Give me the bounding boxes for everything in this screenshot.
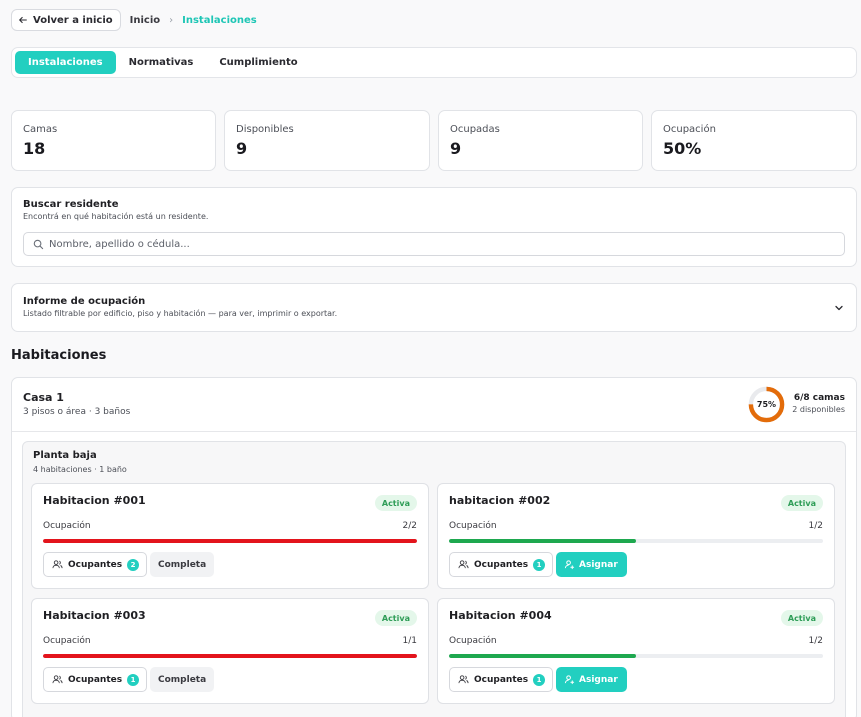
stat-value: 9 bbox=[450, 139, 462, 158]
tab-instalaciones[interactable]: Instalaciones bbox=[15, 51, 116, 74]
occupancy-bar bbox=[43, 654, 417, 658]
status-badge: Activa bbox=[374, 610, 417, 626]
house-header[interactable]: Casa 1 3 pisos o área · 3 baños 75% 6/8 … bbox=[12, 378, 856, 432]
search-placeholder: Nombre, apellido o cédula... bbox=[49, 238, 190, 250]
room-name: Habitacion #004 bbox=[449, 609, 552, 622]
house-details: 3 pisos o área · 3 baños bbox=[23, 407, 131, 417]
users-icon bbox=[52, 675, 63, 684]
occupants-button[interactable]: Ocupantes 2 bbox=[43, 552, 148, 577]
occupancy-label: Ocupación bbox=[43, 521, 91, 531]
assign-label: Asignar bbox=[579, 674, 618, 685]
search-icon bbox=[33, 239, 44, 249]
occupants-label: Ocupantes bbox=[474, 559, 529, 570]
room-name: Habitacion #001 bbox=[43, 494, 146, 507]
stat-card-camas: Camas 18 bbox=[11, 110, 216, 171]
occupants-button[interactable]: Ocupantes 1 bbox=[43, 667, 148, 692]
occupancy-label: Ocupación bbox=[43, 636, 91, 646]
occupancy-bar-fill bbox=[43, 654, 417, 658]
assign-button[interactable]: Asignar bbox=[556, 667, 627, 692]
status-badge: Activa bbox=[780, 610, 823, 626]
tab-bar: Instalaciones Normativas Cumplimiento bbox=[11, 47, 857, 78]
stat-value: 18 bbox=[23, 139, 46, 158]
occupants-label: Ocupantes bbox=[68, 559, 123, 570]
rooms-section-title: Habitaciones bbox=[11, 348, 107, 363]
stat-card-ocupacion: Ocupación 50% bbox=[651, 110, 857, 171]
occupants-label: Ocupantes bbox=[474, 674, 529, 685]
user-plus-icon bbox=[564, 560, 575, 570]
house-card: Casa 1 3 pisos o área · 3 baños 75% 6/8 … bbox=[11, 377, 857, 717]
floor-name: Planta baja bbox=[33, 450, 97, 461]
occupancy-bar bbox=[449, 654, 823, 658]
occupancy-report-accordion[interactable]: Informe de ocupación Listado filtrable p… bbox=[11, 283, 857, 332]
breadcrumb: Volver a inicio Inicio › Instalaciones bbox=[11, 9, 257, 31]
search-input[interactable]: Nombre, apellido o cédula... bbox=[23, 232, 845, 256]
occupancy-bar-fill bbox=[449, 539, 636, 543]
back-to-home-button[interactable]: Volver a inicio bbox=[11, 9, 121, 31]
occupants-label: Ocupantes bbox=[68, 674, 123, 685]
stat-value: 50% bbox=[663, 139, 702, 158]
stat-card-ocupadas: Ocupadas 9 bbox=[438, 110, 643, 171]
users-icon bbox=[458, 675, 469, 684]
stat-label: Camas bbox=[23, 124, 58, 135]
occupancy-value: 1/2 bbox=[808, 521, 823, 531]
report-title: Informe de ocupación bbox=[23, 296, 146, 307]
stat-card-disponibles: Disponibles 9 bbox=[224, 110, 430, 171]
occupancy-value: 1/1 bbox=[402, 636, 417, 646]
search-title: Buscar residente bbox=[23, 199, 119, 210]
tab-normativas[interactable]: Normativas bbox=[116, 51, 207, 74]
stat-label: Ocupadas bbox=[450, 124, 500, 135]
breadcrumb-current: Instalaciones bbox=[182, 14, 257, 26]
user-plus-icon bbox=[564, 675, 575, 685]
floor-card: Planta baja 4 habitaciones · 1 baño Habi… bbox=[22, 441, 846, 717]
room-card: Habitacion #003 Activa Ocupación 1/1 Ocu… bbox=[31, 598, 429, 704]
occupancy-label: Ocupación bbox=[449, 521, 497, 531]
occupants-button[interactable]: Ocupantes 1 bbox=[449, 667, 554, 692]
room-name: Habitacion #003 bbox=[43, 609, 146, 622]
room-card: habitacion #002 Activa Ocupación 1/2 Ocu… bbox=[437, 483, 835, 589]
occupancy-label: Ocupación bbox=[449, 636, 497, 646]
occupancy-bar-fill bbox=[449, 654, 636, 658]
assign-label: Asignar bbox=[579, 559, 618, 570]
chevron-down-icon[interactable] bbox=[834, 303, 844, 313]
search-resident-card: Buscar residente Encontrá en qué habitac… bbox=[11, 187, 857, 267]
assign-button[interactable]: Asignar bbox=[556, 552, 627, 577]
occupants-count: 1 bbox=[533, 673, 546, 686]
stat-label: Ocupación bbox=[663, 124, 716, 135]
occupancy-bar-fill bbox=[43, 539, 417, 543]
occupants-count: 2 bbox=[127, 558, 140, 571]
full-status-label: Completa bbox=[150, 552, 215, 577]
room-card: Habitacion #001 Activa Ocupación 2/2 Ocu… bbox=[31, 483, 429, 589]
status-badge: Activa bbox=[374, 495, 417, 511]
stat-label: Disponibles bbox=[236, 124, 294, 135]
stat-value: 9 bbox=[236, 139, 248, 158]
users-icon bbox=[52, 560, 63, 569]
report-subtitle: Listado filtrable por edificio, piso y h… bbox=[23, 309, 338, 318]
back-label: Volver a inicio bbox=[33, 14, 113, 26]
occupancy-value: 2/2 bbox=[402, 521, 417, 531]
occupancy-bar bbox=[43, 539, 417, 543]
room-name: habitacion #002 bbox=[449, 494, 551, 507]
house-beds: 6/8 camas bbox=[793, 393, 845, 403]
donut-percent: 75% bbox=[756, 400, 777, 409]
users-icon bbox=[458, 560, 469, 569]
occupants-count: 1 bbox=[533, 558, 546, 571]
house-name: Casa 1 bbox=[23, 391, 64, 404]
status-badge: Activa bbox=[780, 495, 823, 511]
tab-cumplimiento[interactable]: Cumplimiento bbox=[206, 51, 310, 74]
occupancy-bar bbox=[449, 539, 823, 543]
occupancy-value: 1/2 bbox=[808, 636, 823, 646]
room-card: Habitacion #004 Activa Ocupación 1/2 Ocu… bbox=[437, 598, 835, 704]
full-status-label: Completa bbox=[150, 667, 215, 692]
occupants-count: 1 bbox=[127, 673, 140, 686]
search-subtitle: Encontrá en qué habitación está un resid… bbox=[23, 212, 209, 221]
breadcrumb-home[interactable]: Inicio bbox=[130, 15, 161, 26]
breadcrumb-separator: › bbox=[169, 14, 174, 26]
floor-details: 4 habitaciones · 1 baño bbox=[33, 465, 127, 474]
house-available: 2 disponibles bbox=[792, 405, 845, 414]
arrow-left-icon bbox=[19, 16, 27, 24]
occupants-button[interactable]: Ocupantes 1 bbox=[449, 552, 554, 577]
